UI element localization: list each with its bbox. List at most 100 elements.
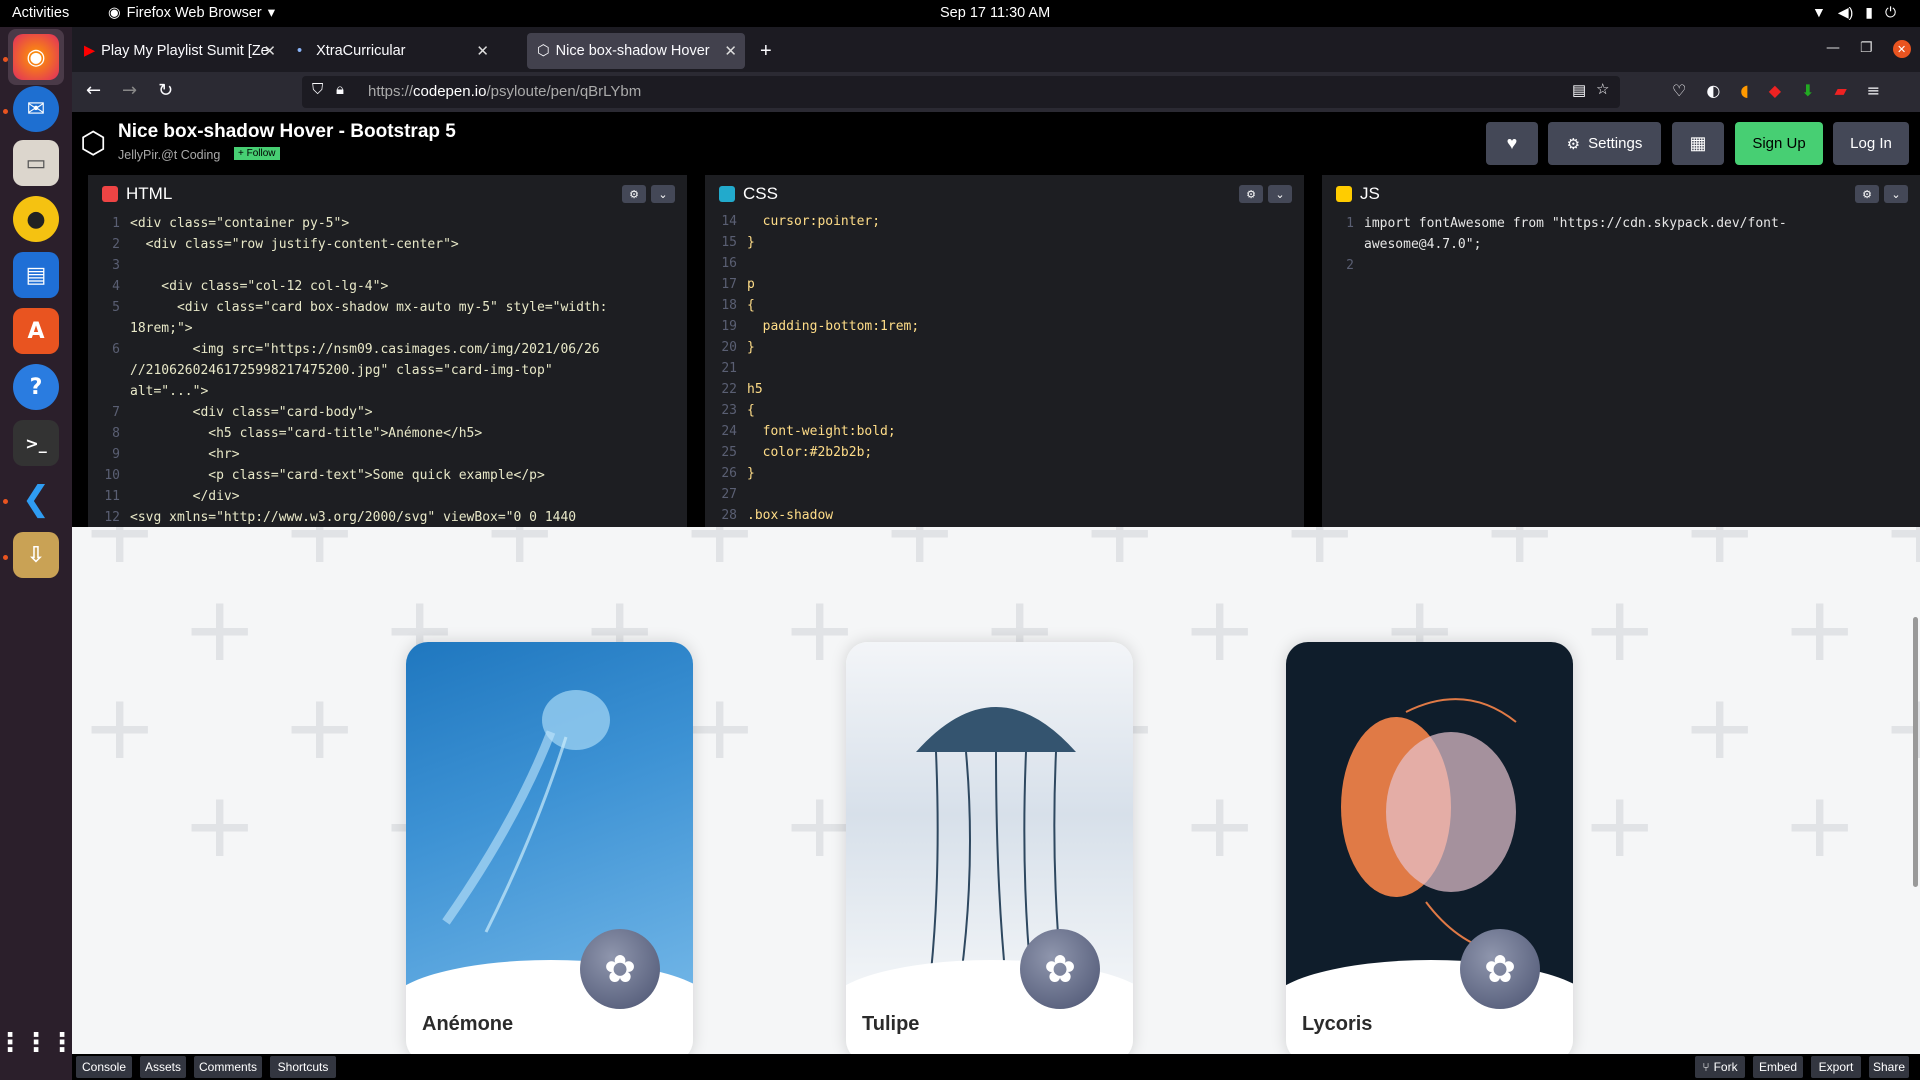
embed-button[interactable]: Embed: [1753, 1056, 1803, 1078]
code-line[interactable]: 26}: [705, 463, 1304, 484]
js-editor[interactable]: JS ⚙ ⌄ 1 import fontAwesome from "https:/…: [1322, 175, 1920, 527]
code-line[interactable]: 14 cursor:pointer;: [705, 211, 1304, 232]
code-line[interactable]: 23 {: [705, 400, 1304, 421]
editor-collapse-button[interactable]: ⌄: [1884, 185, 1908, 203]
code-line[interactable]: 22 h5: [705, 379, 1304, 400]
code-line[interactable]: 15}: [705, 232, 1304, 253]
back-icon[interactable]: ←: [86, 80, 101, 101]
close-window-icon[interactable]: ✕: [1892, 40, 1911, 58]
code-line[interactable]: 3: [88, 255, 687, 276]
html-code[interactable]: 1 <div class="container py-5"> 2 <div clas…: [88, 213, 687, 527]
editor-settings-button[interactable]: ⚙: [1855, 185, 1879, 203]
code-line[interactable]: 19 padding-bottom:1rem;: [705, 316, 1304, 337]
scrollbar[interactable]: [1913, 617, 1918, 887]
author-name[interactable]: JellyPir.@t Coding: [118, 148, 220, 162]
url-bar[interactable]: ⛉ 🔒︎ https://codepen.io/psyloute/pen/qBr…: [302, 76, 1620, 108]
code-line[interactable]: 27: [705, 484, 1304, 505]
comments-button[interactable]: Comments: [194, 1056, 262, 1078]
bookmark-star-icon[interactable]: ☆: [1596, 80, 1609, 98]
code-line[interactable]: 24 font-weight:bold;: [705, 421, 1304, 442]
tab-youtube[interactable]: ▶ Play My Playlist Sumit [Ze ✕: [74, 33, 284, 69]
clock[interactable]: Sep 17 11:30 AM: [940, 5, 1050, 21]
pen-title[interactable]: Nice box-shadow Hover - Bootstrap 5: [118, 121, 456, 143]
code-line[interactable]: 1 <div class="container py-5">: [88, 213, 687, 234]
reload-icon[interactable]: ↻: [158, 80, 173, 101]
dock-thunderbird[interactable]: ✉: [8, 81, 64, 137]
close-icon[interactable]: ✕: [476, 42, 489, 60]
console-button[interactable]: Console: [76, 1056, 132, 1078]
minimize-icon[interactable]: —: [1826, 40, 1840, 58]
code-line[interactable]: 25 color:#2b2b2b;: [705, 442, 1304, 463]
layout-button[interactable]: ▦: [1672, 122, 1724, 165]
dock-rhythmbox[interactable]: ●: [8, 191, 64, 247]
dock-terminal[interactable]: >_: [8, 415, 64, 471]
dock-help[interactable]: ?: [8, 359, 64, 415]
extension-icon[interactable]: ◆: [1769, 81, 1781, 100]
code-line[interactable]: 2: [1322, 255, 1920, 276]
activities-button[interactable]: Activities: [12, 5, 69, 21]
app-menu[interactable]: ◉ Firefox Web Browser ▾: [108, 5, 275, 21]
card-tulipe[interactable]: ✿ Tulipe: [846, 642, 1133, 1054]
pocket-icon[interactable]: ♡: [1672, 81, 1686, 100]
code-line[interactable]: 4 <div class="col-12 col-lg-4">: [88, 276, 687, 297]
dock-files[interactable]: ▭: [8, 135, 64, 191]
js-code[interactable]: 1 import fontAwesome from "https://cdn.sk…: [1322, 213, 1920, 527]
dock-installer[interactable]: ⇩: [8, 527, 64, 583]
dock-firefox[interactable]: ◉: [8, 29, 64, 85]
code-line[interactable]: 21: [705, 358, 1304, 379]
code-line[interactable]: 9 <hr>: [88, 444, 687, 465]
new-tab-button[interactable]: +: [750, 33, 780, 69]
code-line[interactable]: awesome@4.7.0";: [1322, 234, 1920, 255]
css-code[interactable]: 14 cursor:pointer; 15} 16 17 p 18{19 padding-…: [705, 211, 1304, 527]
settings-button[interactable]: ⚙ Settings: [1548, 122, 1661, 165]
editor-settings-button[interactable]: ⚙: [1239, 185, 1263, 203]
tab-xtracurricular[interactable]: • XtraCurricular ✕: [287, 33, 497, 69]
login-button[interactable]: Log In: [1833, 122, 1909, 165]
code-line[interactable]: 17 p: [705, 274, 1304, 295]
card-lycoris[interactable]: ✿ Lycoris: [1286, 642, 1573, 1054]
code-line[interactable]: 5 <div class="card box-shadow mx-auto my…: [88, 297, 687, 318]
code-line[interactable]: 18 {: [705, 295, 1304, 316]
system-tray[interactable]: ▼ ◀) ▮ ⏻: [1812, 4, 1896, 21]
code-line[interactable]: 6 <img src="https://nsm09.casimages.com/…: [88, 339, 687, 360]
code-line[interactable]: 20}: [705, 337, 1304, 358]
lock-icon[interactable]: 🔒︎: [336, 81, 344, 98]
extension-icon[interactable]: ◐: [1706, 81, 1720, 100]
menu-icon[interactable]: ≡: [1867, 81, 1880, 100]
code-line[interactable]: 11 </div>: [88, 486, 687, 507]
reader-view-icon[interactable]: ▤: [1572, 81, 1586, 99]
code-line[interactable]: 10 <p class="card-text">Some quick examp…: [88, 465, 687, 486]
code-line[interactable]: 8 <h5 class="card-title">Anémone</h5>: [88, 423, 687, 444]
show-apps-button[interactable]: ⋮⋮⋮: [0, 1015, 75, 1071]
editor-settings-button[interactable]: ⚙: [622, 185, 646, 203]
code-line[interactable]: 1 import fontAwesome from "https://cdn.sk…: [1322, 213, 1920, 234]
preview-pane[interactable]: ++++++++++++++++++++++++++++++++++++++++…: [72, 527, 1920, 1054]
code-line[interactable]: alt="...">: [88, 381, 687, 402]
code-line[interactable]: 12 <svg xmlns="http://www.w3.org/2000/svg…: [88, 507, 687, 527]
code-line[interactable]: 2 <div class="row justify-content-center…: [88, 234, 687, 255]
code-line[interactable]: //21062602461725998217475200.jpg" class=…: [88, 360, 687, 381]
share-button[interactable]: Share: [1869, 1056, 1909, 1078]
dock-writer[interactable]: ▤: [8, 247, 64, 303]
code-line[interactable]: 7 <div class="card-body">: [88, 402, 687, 423]
close-icon[interactable]: ✕: [724, 42, 737, 60]
dock-software[interactable]: A: [8, 303, 64, 359]
card-anemone[interactable]: ✿ Anémone: [406, 642, 693, 1054]
editor-collapse-button[interactable]: ⌄: [651, 185, 675, 203]
editor-collapse-button[interactable]: ⌄: [1268, 185, 1292, 203]
like-button[interactable]: ♥: [1486, 122, 1538, 165]
html-editor[interactable]: HTML ⚙ ⌄ 1 <div class="container py-5"> 2 …: [88, 175, 687, 527]
extension-icon[interactable]: ⬇: [1801, 81, 1814, 100]
signup-button[interactable]: Sign Up: [1735, 122, 1823, 165]
code-line[interactable]: 18rem;">: [88, 318, 687, 339]
tab-codepen[interactable]: ⬡ Nice box-shadow Hover ✕: [527, 33, 745, 69]
shield-icon[interactable]: ⛉: [312, 81, 323, 98]
fork-button[interactable]: ⑂ Fork: [1695, 1056, 1745, 1078]
css-editor[interactable]: CSS ⚙ ⌄ 14 cursor:pointer; 15} 16 17 p 18{19 …: [705, 175, 1304, 527]
close-icon[interactable]: ✕: [263, 42, 276, 60]
shortcuts-button[interactable]: Shortcuts: [270, 1056, 336, 1078]
export-button[interactable]: Export: [1811, 1056, 1861, 1078]
dock-vscode[interactable]: ❮: [8, 471, 64, 527]
follow-button[interactable]: + Follow: [234, 147, 280, 160]
code-line[interactable]: 28 .box-shadow: [705, 505, 1304, 526]
